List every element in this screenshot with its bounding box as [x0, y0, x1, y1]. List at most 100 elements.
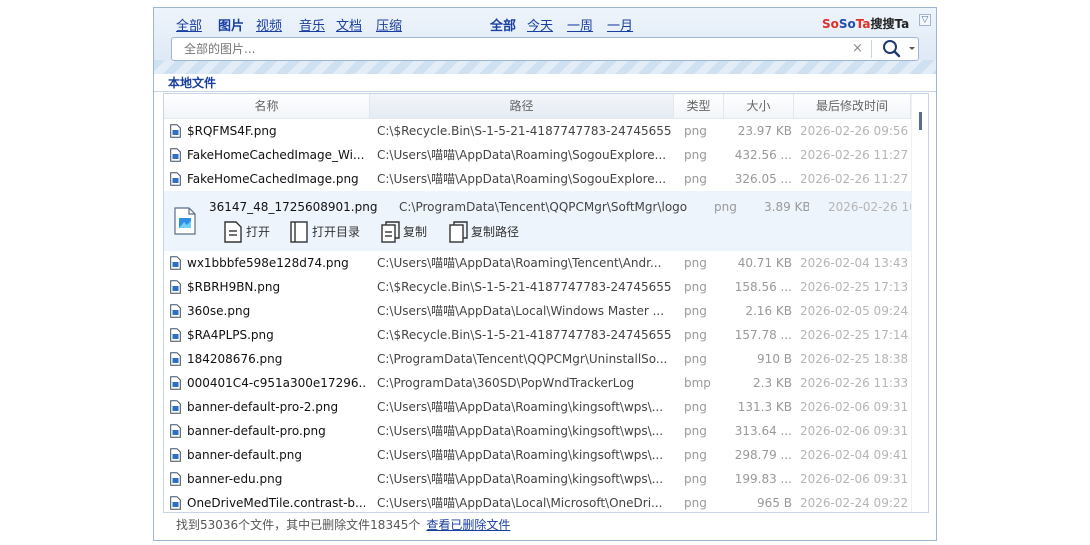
cell-name: 000401C4-c951a300e17296... — [187, 376, 365, 390]
cell-date: 2026-02-26 11:27 — [800, 148, 909, 162]
search-icon — [883, 40, 915, 58]
open-button[interactable]: 打开 — [223, 220, 283, 244]
image-file-icon — [174, 207, 196, 235]
cell-name: $RBRH9BN.png — [187, 280, 281, 294]
cell-date: 2026-02-26 09:56 — [800, 124, 909, 138]
selected-file-type: png — [714, 200, 737, 214]
table-row[interactable]: wx1bbbfe598e128d74.png C:\Users\喵喵\AppDat… — [164, 251, 914, 275]
filter-type-archive[interactable]: 压缩 — [376, 15, 402, 34]
table-row[interactable]: FakeHomeCachedImage_Wi... C:\Users\喵喵\App… — [164, 143, 914, 167]
copy-path-button[interactable]: 复制路径 — [448, 220, 528, 244]
cell-date: 2026-02-25 18:38 — [800, 352, 909, 366]
cell-path: C:\Users\喵喵\AppData\Roaming\SogouExplore… — [377, 172, 667, 186]
cell-size: 910 B — [757, 352, 792, 366]
view-deleted-link[interactable]: 查看已删除文件 — [426, 518, 510, 532]
search-input[interactable] — [184, 40, 844, 58]
selected-row[interactable]: 36147_48_1725608901.png C:\ProgramData\T… — [164, 191, 917, 251]
cell-type: png — [684, 328, 707, 342]
cell-date: 2026-02-04 13:43 — [800, 256, 909, 270]
open-label: 打开 — [246, 225, 271, 239]
file-icon — [170, 256, 181, 270]
cell-size: 326.05 ... — [734, 172, 792, 186]
cell-name: banner-default-pro-2.png — [187, 400, 339, 414]
list-header: 名称 路径 类型 大小 最后修改时间 — [164, 94, 928, 119]
cell-name: OneDriveMedTile.contrast-b... — [187, 496, 365, 510]
cell-date: 2026-02-26 11:33 — [800, 376, 909, 390]
table-row[interactable]: banner-edu.png C:\Users\喵喵\AppData\Roamin… — [164, 467, 914, 491]
column-path[interactable]: 路径 — [370, 94, 674, 118]
cell-size: 131.3 KB — [737, 400, 792, 414]
filter-type-video[interactable]: 视频 — [256, 15, 282, 34]
cell-type: png — [684, 472, 707, 486]
cell-type: png — [684, 424, 707, 438]
scrollbar-thumb[interactable] — [919, 112, 922, 130]
cell-path: C:\ProgramData\Tencent\QQPCMgr\Uninstall… — [377, 352, 668, 366]
filter-type-all[interactable]: 全部 — [176, 15, 202, 34]
copy-icon — [381, 221, 400, 243]
file-list: 名称 路径 类型 大小 最后修改时间 $RQFMS4F.png C:\$Recyc… — [163, 93, 929, 513]
filter-time-month[interactable]: 一月 — [607, 15, 633, 34]
open-folder-icon — [290, 221, 308, 243]
cell-type: png — [684, 124, 707, 138]
cell-path: C:\Users\喵喵\AppData\Roaming\Tencent\Andr… — [377, 256, 662, 270]
cell-date: 2026-02-25 17:13 — [800, 280, 909, 294]
cell-date: 2026-02-04 09:41 — [800, 448, 909, 462]
copy-button[interactable]: 复制 — [380, 220, 440, 244]
cell-path: C:\Users\喵喵\AppData\Roaming\kingsoft\wps… — [377, 424, 664, 438]
cell-type: png — [684, 172, 707, 186]
cell-date: 2026-02-05 09:24 — [800, 304, 909, 318]
table-row[interactable]: $RA4PLPS.png C:\$Recycle.Bin\S-1-5-21-418… — [164, 323, 914, 347]
clear-icon[interactable]: × — [852, 41, 863, 56]
filter-type-document[interactable]: 文档 — [336, 15, 362, 34]
table-row[interactable]: banner-default-pro-2.png C:\Users\喵喵\AppD… — [164, 395, 914, 419]
column-size[interactable]: 大小 — [724, 94, 794, 118]
cell-path: C:\Users\喵喵\AppData\Roaming\kingsoft\wps… — [377, 448, 664, 462]
table-row[interactable]: OneDriveMedTile.contrast-b... C:\Users\喵喵… — [164, 491, 914, 512]
cell-size: 313.64 ... — [734, 424, 792, 438]
cell-path: C:\Users\喵喵\AppData\Roaming\kingsoft\wps… — [377, 472, 664, 486]
cell-path: C:\$Recycle.Bin\S-1-5-21-4187747783-2474… — [377, 280, 671, 294]
cell-name: banner-default-pro.png — [187, 424, 326, 438]
cell-type: png — [684, 400, 707, 414]
table-row[interactable]: banner-default-pro.png C:\Users\喵喵\AppDat… — [164, 419, 914, 443]
vertical-scrollbar[interactable] — [911, 94, 928, 512]
table-row[interactable]: banner-default.png C:\Users\喵喵\AppData\Ro… — [164, 443, 914, 467]
selected-file-date: 2026-02-26 10 — [828, 200, 917, 214]
cell-name: $RQFMS4F.png — [187, 124, 277, 138]
search-button[interactable] — [876, 39, 918, 59]
file-icon — [170, 172, 181, 186]
filter-time-today[interactable]: 今天 — [527, 15, 553, 34]
column-modified[interactable]: 最后修改时间 — [794, 94, 911, 118]
cell-size: 432.56 ... — [734, 148, 792, 162]
section-title: 本地文件 — [168, 76, 217, 90]
table-row[interactable]: $RBRH9BN.png C:\$Recycle.Bin\S-1-5-21-418… — [164, 275, 914, 299]
cell-size: 298.79 ... — [734, 448, 792, 462]
filter-time-all[interactable]: 全部 — [490, 15, 516, 34]
table-row[interactable]: FakeHomeCachedImage.png C:\Users\喵喵\AppDa… — [164, 167, 914, 191]
table-row[interactable]: 000401C4-c951a300e17296... C:\ProgramData… — [164, 371, 914, 395]
column-name[interactable]: 名称 — [164, 94, 370, 118]
cell-type: png — [684, 256, 707, 270]
filter-time-week[interactable]: 一周 — [567, 15, 593, 34]
column-type[interactable]: 类型 — [674, 94, 724, 118]
table-row[interactable]: 360se.png C:\Users\喵喵\AppData\Local\Windo… — [164, 299, 914, 323]
search-divider — [871, 40, 872, 58]
cell-name: FakeHomeCachedImage_Wi... — [187, 148, 365, 162]
open-folder-button[interactable]: 打开目录 — [289, 220, 369, 244]
filter-type-music[interactable]: 音乐 — [299, 15, 325, 34]
sosota-logo: SoSoTa搜搜Ta — [822, 17, 910, 31]
cell-path: C:\Users\喵喵\AppData\Roaming\SogouExplore… — [377, 148, 667, 162]
copy-path-label: 复制路径 — [471, 225, 520, 239]
table-row[interactable]: 184208676.png C:\ProgramData\Tencent\QQPC… — [164, 347, 914, 371]
file-icon — [170, 148, 181, 162]
cell-size: 199.83 ... — [734, 472, 792, 486]
status-bar: 找到53036个文件，其中已删除文件18345个 查看已删除文件 — [176, 516, 510, 533]
cell-path: C:\ProgramData\360SD\PopWndTrackerLog — [377, 376, 635, 390]
cell-size: 2.3 KB — [753, 376, 792, 390]
filter-type-image[interactable]: 图片 — [218, 15, 244, 34]
collapse-icon[interactable]: ▽ — [919, 14, 931, 26]
table-row[interactable]: $RQFMS4F.png C:\$Recycle.Bin\S-1-5-21-418… — [164, 119, 914, 143]
cell-size: 965 B — [757, 496, 792, 510]
file-icon — [170, 424, 181, 438]
sosota-window: 全部 图片 视频 音乐 文档 压缩 全部 今天 一周 一月 SoSoTa搜搜Ta… — [153, 7, 937, 541]
